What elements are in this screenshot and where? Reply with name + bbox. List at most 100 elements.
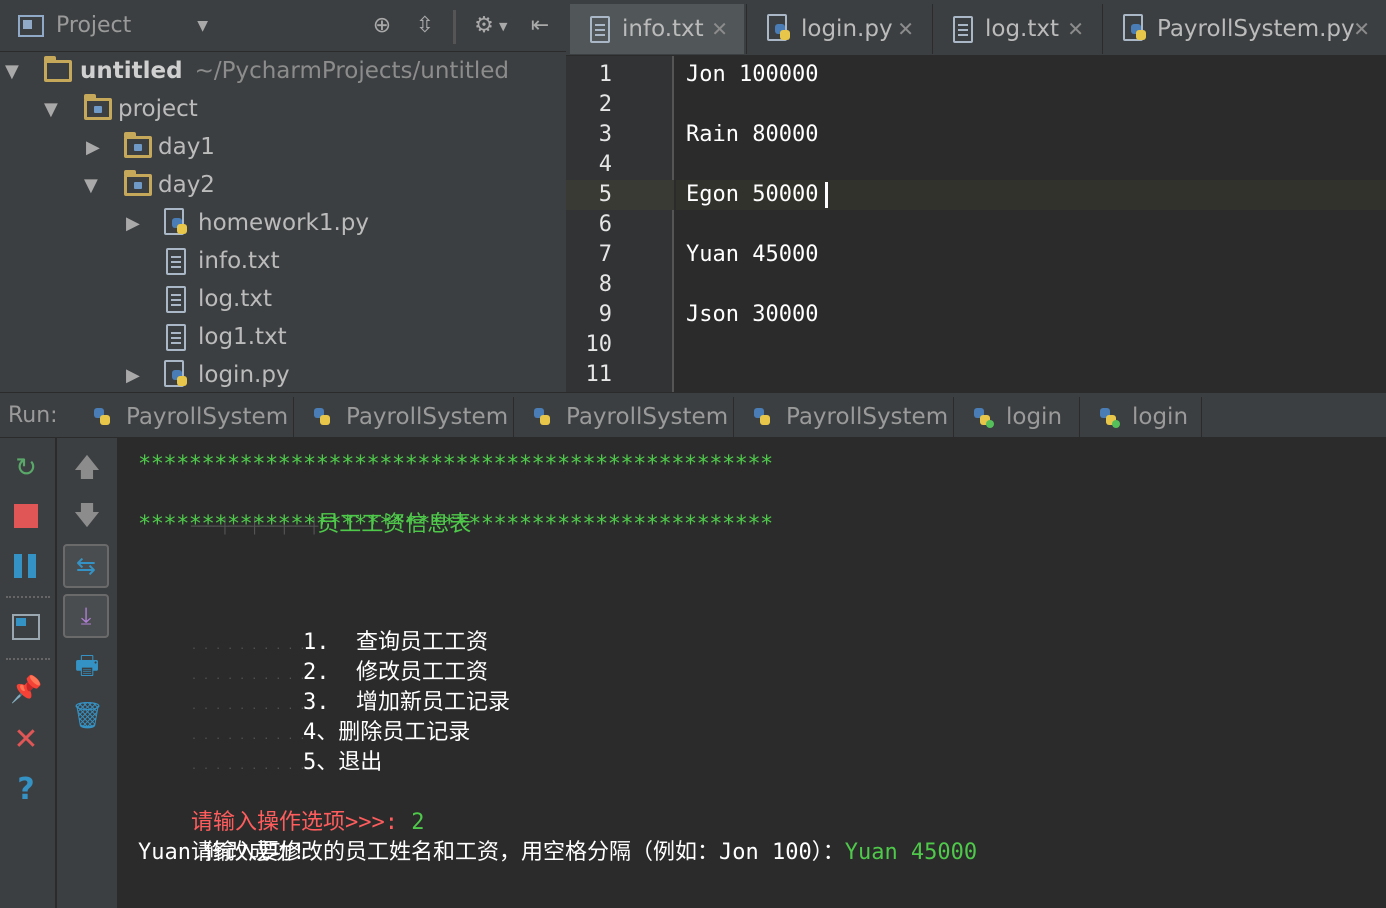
project-panel: Project ▼ ⊕ ⇳ ⚙ ▼ ⇤ ▼ untitled ~/Pycharm…: [0, 0, 566, 392]
project-toolbar: Project ▼ ⊕ ⇳ ⚙ ▼ ⇤: [0, 0, 566, 52]
close-icon[interactable]: ✕: [10, 724, 42, 756]
line-number: 7: [598, 242, 612, 267]
close-icon[interactable]: ✕: [897, 17, 914, 41]
scroll-to-end-icon[interactable]: ⤓: [63, 594, 109, 638]
run-tab-payrollsystem[interactable]: PayrollSystem: [74, 397, 294, 437]
run-tool-window-bar: Run: PayrollSystem PayrollSystem Payroll…: [0, 392, 1386, 438]
tree-item-info-txt[interactable]: info.txt: [0, 242, 280, 280]
tab-info-txt[interactable]: info.txt ✕: [570, 4, 744, 54]
line-number: 5: [598, 182, 612, 207]
close-icon[interactable]: ✕: [1353, 17, 1370, 41]
code-line[interactable]: Jon 100000: [686, 60, 818, 90]
run-tab-label: login: [1006, 404, 1063, 430]
run-tab-payrollsystem[interactable]: PayrollSystem: [734, 397, 954, 437]
menu-item: . . . . . . . . . .3. 增加新员工记录: [138, 658, 510, 715]
tab-log-txt[interactable]: log.txt ✕: [932, 4, 1100, 54]
tree-item-login-py[interactable]: ▶ login.py: [0, 356, 290, 394]
run-tab-login-active[interactable]: login: [1080, 397, 1202, 437]
code-line[interactable]: Egon 50000: [686, 180, 818, 210]
tree-item-day1[interactable]: ▶ day1: [0, 128, 215, 166]
expand-arrow-icon[interactable]: ▼: [5, 61, 25, 82]
run-tab-payrollsystem[interactable]: PayrollSystem: [294, 397, 514, 437]
tree-item-day2[interactable]: ▼ day2: [0, 166, 215, 204]
tab-payrollsystem-py[interactable]: PayrollSystem.py ✕: [1102, 4, 1386, 54]
collapse-arrow-icon[interactable]: ▶: [126, 213, 146, 234]
collapse-all-icon[interactable]: ⇳: [412, 13, 438, 39]
pause-icon[interactable]: [14, 554, 38, 578]
run-tab-label: PayrollSystem: [786, 404, 949, 430]
line-number: 3: [598, 122, 612, 147]
gear-icon[interactable]: ⚙: [471, 13, 497, 39]
code-line[interactable]: Rain 80000: [686, 120, 818, 150]
python-file-icon: [164, 360, 190, 390]
tree-item-homework1[interactable]: ▶ homework1.py: [0, 204, 369, 242]
restore-layout-icon[interactable]: [12, 614, 40, 640]
line-number: 6: [598, 212, 612, 237]
tree-item-label: untitled: [80, 58, 183, 84]
print-icon[interactable]: 🖶: [71, 650, 103, 682]
tree-item-log1-txt[interactable]: log1.txt: [0, 318, 287, 356]
package-folder-icon: [84, 94, 112, 120]
tab-label: login.py: [801, 16, 893, 42]
python-running-icon: [1096, 404, 1122, 430]
run-tab-label: PayrollSystem: [346, 404, 509, 430]
project-title: Project: [56, 13, 132, 38]
close-icon[interactable]: ✕: [711, 17, 728, 41]
expand-arrow-icon[interactable]: ▼: [84, 175, 104, 196]
text-file-icon: [953, 15, 973, 43]
project-view-selector[interactable]: Project ▼: [18, 13, 208, 38]
python-run-icon: [90, 404, 116, 430]
tree-item-label: homework1.py: [198, 210, 370, 236]
tree-item-label: info.txt: [198, 248, 280, 274]
trash-icon[interactable]: 🗑: [71, 700, 104, 732]
expand-arrow-icon[interactable]: ▼: [44, 99, 64, 120]
toolbar-separator: [453, 10, 456, 44]
console-stars-line: ****************************************…: [138, 452, 773, 477]
rerun-icon[interactable]: ↻: [10, 452, 42, 484]
run-tab-label: PayrollSystem: [566, 404, 729, 430]
editor-text-area[interactable]: [676, 56, 1386, 392]
package-folder-icon: [124, 170, 152, 196]
python-running-icon: [970, 404, 996, 430]
run-tab-payrollsystem[interactable]: PayrollSystem: [514, 397, 734, 437]
help-icon[interactable]: ?: [10, 774, 42, 806]
chevron-down-icon[interactable]: ▼: [499, 20, 507, 33]
arrow-up-icon[interactable]: 🡅: [71, 452, 103, 484]
tree-item-project[interactable]: ▼ project: [0, 90, 198, 128]
console-stars-line: ****************************************…: [138, 512, 773, 537]
stop-icon[interactable]: [14, 504, 38, 528]
chevron-down-icon: ▼: [197, 17, 209, 34]
console-prompt-line: 请输入操作选项>>>: 2: [138, 778, 424, 835]
python-run-icon: [750, 404, 776, 430]
close-icon[interactable]: ✕: [1067, 17, 1084, 41]
text-caret: [825, 182, 828, 208]
locate-icon[interactable]: ⊕: [369, 13, 395, 39]
console-result-line: Yuan 修改成功!: [138, 840, 306, 865]
arrow-down-icon[interactable]: 🡇: [71, 500, 103, 532]
tab-label: info.txt: [622, 16, 704, 42]
tree-item-untitled[interactable]: ▼ untitled ~/PycharmProjects/untitled: [0, 52, 509, 90]
text-file-icon: [166, 285, 186, 313]
menu-item: . . . . . . . . . .5、退出: [138, 718, 382, 775]
menu-item: . . . . . . . . . .1. 查询员工工资: [138, 598, 488, 655]
hide-panel-icon[interactable]: ⇤: [527, 13, 553, 39]
pin-icon[interactable]: 📌: [10, 674, 42, 706]
python-run-icon: [310, 404, 336, 430]
run-label: Run:: [8, 403, 58, 428]
run-tab-label: PayrollSystem: [126, 404, 289, 430]
code-line[interactable]: Json 30000: [686, 300, 818, 330]
project-icon: [18, 14, 44, 37]
collapse-arrow-icon[interactable]: ▶: [126, 365, 146, 386]
tree-item-log-txt[interactable]: log.txt: [0, 280, 272, 318]
collapse-arrow-icon[interactable]: ▶: [86, 137, 106, 158]
python-run-icon: [530, 404, 556, 430]
tab-label: log.txt: [985, 16, 1060, 42]
console-output[interactable]: ****************************************…: [117, 438, 1386, 908]
package-folder-icon: [124, 132, 152, 158]
soft-wrap-icon[interactable]: ⇆: [63, 544, 109, 588]
run-tab-login-active[interactable]: login: [954, 397, 1080, 437]
code-line[interactable]: Yuan 45000: [686, 240, 818, 270]
text-file-icon: [166, 323, 186, 351]
toolbar-separator: [6, 596, 50, 598]
tab-login-py[interactable]: login.py ✕: [746, 4, 930, 54]
